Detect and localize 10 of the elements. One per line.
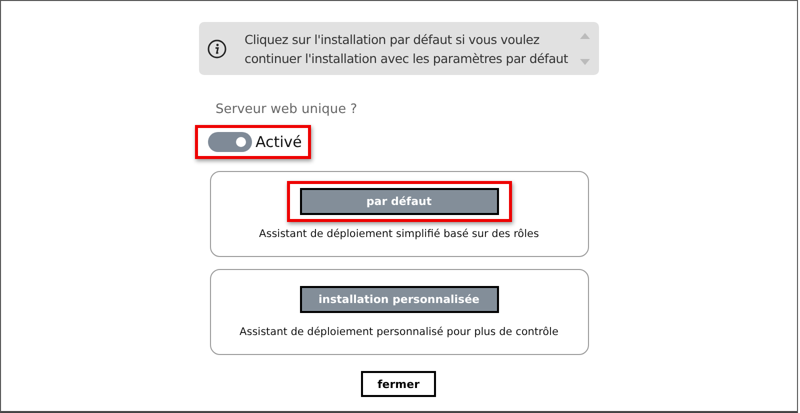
option-button[interactable]: installation personnalisée	[300, 286, 498, 313]
option-description: Assistant de déploiement personnalisé pour plus de contrôle	[240, 326, 558, 338]
toggle-label: Activé	[256, 133, 302, 151]
option-button[interactable]: par défaut	[300, 188, 498, 215]
info-icon	[206, 38, 226, 58]
field-label: Serveur web unique ?	[216, 102, 358, 117]
info-message: Cliquez sur l'installation par défaut si vous voulez continuer l'installation avec les paramètres par défaut	[244, 30, 570, 68]
close-button[interactable]: fermer	[361, 371, 436, 397]
toggle-switch[interactable]	[208, 132, 252, 152]
option-description: Assistant de déploiement simplifié basé sur des rôles	[259, 228, 539, 240]
